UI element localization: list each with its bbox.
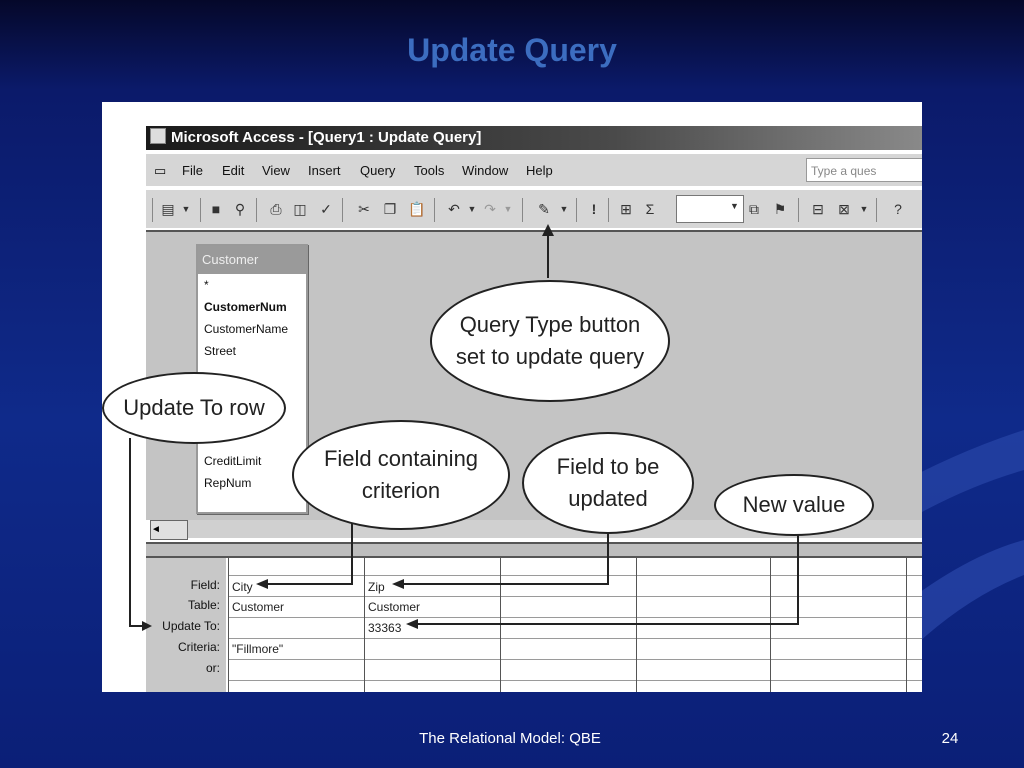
callout-query-type: Query Type button set to update query (430, 280, 670, 402)
callout-new-value: New value (714, 474, 874, 536)
slide-footer: The Relational Model: QBE (419, 730, 601, 747)
slide-title: Update Query (407, 32, 617, 68)
access-screenshot: Microsoft Access - [Query1 : Update Quer… (102, 102, 922, 692)
callout-field-updated: Field to be updated (522, 432, 694, 534)
callout-update-to-row: Update To row (102, 372, 286, 444)
callout-field-criterion: Field containing criterion (292, 420, 510, 530)
slide-page-number: 24 (941, 730, 959, 747)
